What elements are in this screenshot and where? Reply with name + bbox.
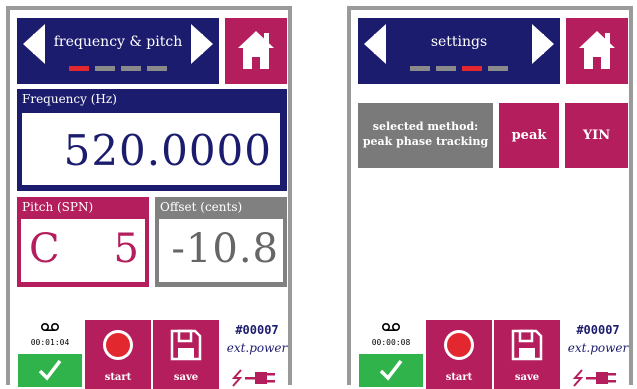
- tape-icon: [41, 323, 59, 331]
- record-time: 00:00:08: [371, 338, 411, 347]
- page-dot: [147, 66, 167, 71]
- page-indicator: [358, 66, 560, 71]
- yin-button[interactable]: YIN: [565, 103, 628, 168]
- floppy-icon: [511, 329, 543, 361]
- page-dot: [488, 66, 508, 71]
- peak-button[interactable]: peak: [499, 103, 559, 168]
- screen-frequency-pitch: frequency & pitch Frequency (Hz) 520.000…: [6, 6, 292, 389]
- lightning-icon: [572, 369, 584, 387]
- method-value: peak phase tracking: [362, 135, 489, 148]
- pitch-note: C: [29, 226, 60, 272]
- power-label: ext.power: [226, 341, 288, 355]
- home-button[interactable]: [225, 18, 287, 84]
- check-icon: [38, 359, 62, 381]
- record-number: #00007: [576, 323, 620, 337]
- start-label: start: [445, 372, 473, 383]
- confirm-button[interactable]: [359, 354, 423, 387]
- save-button[interactable]: save: [153, 320, 219, 389]
- save-label: save: [173, 372, 199, 383]
- page-title: frequency & pitch: [53, 34, 183, 50]
- frequency-value: 520.0000: [63, 126, 272, 175]
- tape-icon: [382, 323, 400, 331]
- power-label: ext.power: [567, 341, 629, 355]
- page-dot: [462, 66, 482, 71]
- frequency-label: Frequency (Hz): [22, 92, 117, 106]
- plug-icon: [572, 369, 616, 387]
- title-bar: frequency & pitch: [17, 18, 219, 84]
- confirm-button[interactable]: [18, 354, 82, 387]
- page-dot: [121, 66, 141, 71]
- offset-panel: Offset (cents) -10.8: [155, 197, 287, 287]
- save-label: save: [514, 372, 540, 383]
- page-dot: [436, 66, 456, 71]
- selected-method-panel: selected method: peak phase tracking: [358, 103, 493, 168]
- start-button[interactable]: start: [426, 320, 492, 389]
- pitch-panel: Pitch (SPN) C 5: [17, 197, 149, 287]
- frequency-display: 520.0000: [22, 113, 280, 185]
- pitch-label: Pitch (SPN): [22, 200, 94, 214]
- record-number: #00007: [235, 323, 279, 337]
- page-dot: [410, 66, 430, 71]
- record-time: 00:01:04: [30, 338, 70, 347]
- pitch-octave: 5: [113, 226, 139, 272]
- arrow-right-icon[interactable]: [532, 24, 554, 64]
- pitch-display: C 5: [21, 219, 145, 282]
- title-bar: settings: [358, 18, 560, 84]
- home-icon: [238, 31, 274, 69]
- home-icon: [579, 31, 615, 69]
- page-title: settings: [430, 34, 488, 50]
- check-icon: [379, 359, 403, 381]
- device-info: #00007 ext.power: [563, 323, 633, 389]
- method-heading: selected method:: [372, 120, 479, 133]
- floppy-icon: [170, 329, 202, 361]
- save-button[interactable]: save: [494, 320, 560, 389]
- record-status: 00:00:08: [358, 320, 424, 389]
- record-icon: [103, 330, 133, 360]
- offset-value: -10.8: [171, 226, 279, 272]
- start-label: start: [104, 372, 132, 383]
- plug-icon: [231, 369, 275, 387]
- screen-settings: settings selected method: peak phase tra…: [347, 6, 633, 389]
- offset-label: Offset (cents): [160, 200, 243, 214]
- home-button[interactable]: [566, 18, 628, 84]
- record-icon: [444, 330, 474, 360]
- start-button[interactable]: start: [85, 320, 151, 389]
- lightning-icon: [231, 369, 243, 387]
- record-status: 00:01:04: [17, 320, 83, 389]
- offset-display: -10.8: [159, 219, 283, 282]
- frequency-panel: Frequency (Hz) 520.0000: [17, 89, 287, 191]
- arrow-right-icon[interactable]: [191, 24, 213, 64]
- device-info: #00007 ext.power: [222, 323, 292, 389]
- page-indicator: [17, 66, 219, 71]
- page-dot: [69, 66, 89, 71]
- page-dot: [95, 66, 115, 71]
